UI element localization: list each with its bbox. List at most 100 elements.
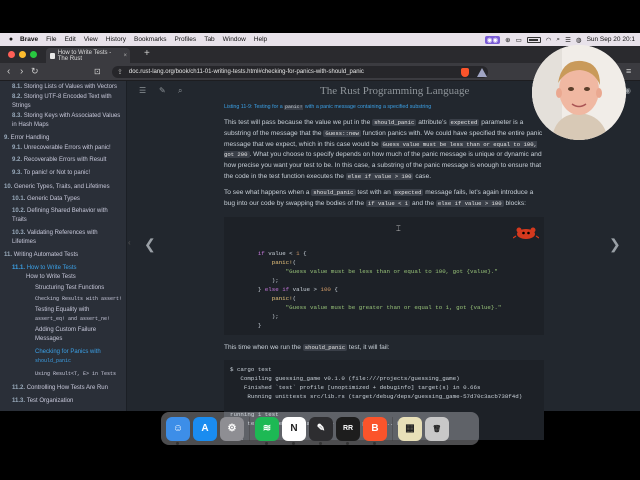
- menu-window[interactable]: Window: [223, 36, 246, 43]
- system-settings-icon[interactable]: ⚙: [220, 416, 244, 441]
- bookmark-icon[interactable]: ⊡: [94, 67, 101, 76]
- spotify-icon[interactable]: ≋: [255, 416, 279, 445]
- sidebar-item-number: 9.1.: [12, 145, 24, 151]
- minimize-window-button[interactable]: [19, 51, 26, 58]
- sidebar-item[interactable]: 10.2. Defining Shared Behavior with: [12, 207, 108, 215]
- previous-chapter-arrow-icon[interactable]: ❮: [144, 236, 156, 253]
- sidebar-item[interactable]: Checking for Panics with: [35, 348, 101, 356]
- sidebar-item[interactable]: Structuring Test Functions: [35, 284, 104, 292]
- browser-menu-button[interactable]: ≡: [626, 66, 631, 76]
- sidebar-item-label: Controlling How Tests Are Run: [26, 385, 108, 391]
- rustrover-icon[interactable]: RR: [336, 416, 360, 445]
- bear-icon[interactable]: ✎: [309, 416, 333, 445]
- battery-icon[interactable]: [526, 36, 541, 43]
- sidebar-item[interactable]: Testing Equality with: [35, 306, 89, 314]
- search-icon[interactable]: ⌕: [178, 86, 182, 96]
- siri-icon[interactable]: ◍: [576, 36, 582, 44]
- sidebar-item[interactable]: 9.2. Recoverable Errors with Result: [12, 156, 106, 164]
- menu-history[interactable]: History: [106, 36, 126, 43]
- sidebar-item[interactable]: Traits: [12, 216, 27, 224]
- app-store-icon[interactable]: A: [193, 416, 217, 441]
- brave-icon[interactable]: B: [363, 416, 387, 445]
- sidebar-item-number: 8.3.: [12, 113, 24, 119]
- menu-view[interactable]: View: [84, 36, 98, 43]
- trash-icon[interactable]: 🗑: [425, 416, 449, 441]
- extension-icon[interactable]: ⊕: [505, 36, 510, 44]
- listing-caption: Listing 11-9: Testing for a panic! with …: [224, 104, 432, 110]
- sidebar-item[interactable]: 9. Error Handling: [4, 134, 49, 142]
- sidebar-item[interactable]: Adding Custom Failure: [35, 326, 96, 334]
- sidebar-item[interactable]: 10.3. Validating References with: [12, 229, 98, 237]
- sidebar-item-number: 10.2.: [12, 208, 28, 214]
- brave-rewards-icon[interactable]: [477, 68, 487, 77]
- share-icon[interactable]: ⇪: [117, 68, 123, 76]
- next-chapter-arrow-icon[interactable]: ❯: [609, 236, 621, 253]
- sidebar-item[interactable]: Checking Results with assert!: [35, 295, 122, 303]
- sidebar-item-label: Validating References with: [27, 230, 98, 236]
- sidebar-item[interactable]: 9.3. To panic! or Not to panic!: [12, 169, 90, 177]
- code-token: (: [292, 259, 297, 267]
- close-window-button[interactable]: [8, 51, 15, 58]
- control-center-icon[interactable]: ☰: [565, 36, 571, 44]
- wifi-icon[interactable]: ◠: [546, 36, 552, 44]
- sidebar-item-label: Checking Results with assert!: [35, 296, 123, 302]
- recording-icon[interactable]: ◉◉: [484, 35, 501, 44]
- inline-code: Guess::new: [323, 129, 361, 137]
- code-block-swapped-bodies[interactable]: if value < 1 { panic!( "Guess value must…: [224, 217, 544, 336]
- finder-icon[interactable]: ☺: [166, 416, 190, 445]
- sidebar-item[interactable]: 11. Writing Automated Tests: [4, 251, 78, 259]
- back-button[interactable]: ‹: [7, 66, 10, 77]
- menubar-clock[interactable]: Sun Sep 20 20:1: [587, 36, 635, 43]
- sidebar-item[interactable]: 8.2. Storing UTF-8 Encoded Text with: [12, 93, 112, 101]
- sidebar-item[interactable]: 8.1. Storing Lists of Values with Vector…: [12, 83, 117, 91]
- menu-icon[interactable]: ☰: [139, 86, 146, 95]
- close-tab-icon[interactable]: ×: [123, 53, 127, 59]
- sidebar-resize-handle[interactable]: ‹: [128, 238, 131, 247]
- code-token: if: [230, 250, 265, 258]
- downloads-icon[interactable]: ▦: [398, 416, 422, 441]
- menu-help[interactable]: Help: [254, 36, 267, 43]
- brave-shields-icon[interactable]: [461, 68, 469, 77]
- sidebar-item[interactable]: should_panic: [35, 357, 71, 365]
- address-bar[interactable]: ⇪ doc.rust-lang.org/book/ch11-01-writing…: [112, 66, 488, 78]
- sidebar-item[interactable]: Messages: [35, 335, 62, 343]
- sidebar-item[interactable]: 8.3. Storing Keys with Associated Values: [12, 112, 120, 120]
- menu-file[interactable]: File: [46, 36, 56, 43]
- apple-menu-icon[interactable]: ●: [6, 36, 16, 43]
- menu-edit[interactable]: Edit: [65, 36, 76, 43]
- browser-tab[interactable]: How to Write Tests - The Rust ×: [46, 48, 130, 63]
- sidebar-item[interactable]: Strings: [12, 102, 31, 110]
- search-icon[interactable]: ⌕: [556, 36, 560, 44]
- chapter-content: Listing 11-9: Testing for a panic! with …: [224, 103, 544, 441]
- sidebar-item[interactable]: 10. Generic Types, Traits, and Lifetimes: [4, 183, 110, 191]
- sidebar-item-label: How to Write Tests: [26, 274, 76, 280]
- sidebar-item[interactable]: in Hash Maps: [12, 121, 49, 129]
- paragraph-introduce-bug: To see what happens when a should_panic …: [224, 188, 544, 210]
- inline-code: should_panic: [302, 344, 348, 352]
- sidebar-item-label: Unrecoverable Errors with panic!: [23, 145, 111, 151]
- zoom-window-button[interactable]: [30, 51, 37, 58]
- code-token: value >: [289, 286, 321, 294]
- menu-app-name[interactable]: Brave: [20, 36, 38, 43]
- webcam-overlay: [532, 45, 626, 140]
- display-icon[interactable]: ▭: [516, 36, 522, 44]
- theme-icon[interactable]: ✎: [159, 86, 166, 95]
- sidebar-item[interactable]: How to Write Tests: [26, 273, 76, 281]
- notion-icon[interactable]: N: [282, 416, 306, 445]
- sidebar-item[interactable]: 9.1. Unrecoverable Errors with panic!: [12, 144, 111, 152]
- sidebar-item[interactable]: 10.1. Generic Data Types: [12, 195, 80, 203]
- new-tab-button[interactable]: +: [144, 48, 150, 59]
- sidebar-item[interactable]: 11.1. How to Write Tests: [12, 264, 76, 272]
- menu-bookmarks[interactable]: Bookmarks: [134, 36, 167, 43]
- sidebar-item[interactable]: Lifetimes: [12, 238, 36, 246]
- sidebar-item-label: should_panic: [35, 358, 72, 364]
- menu-tab[interactable]: Tab: [204, 36, 214, 43]
- forward-button[interactable]: ›: [20, 66, 23, 77]
- sidebar-item[interactable]: assert_eq! and assert_ne!: [35, 315, 110, 323]
- reload-button[interactable]: ↻: [31, 66, 39, 77]
- sidebar-item[interactable]: Using Result<T, E> in Tests: [35, 370, 116, 378]
- sidebar-item[interactable]: 11.3. Test Organization: [12, 397, 73, 405]
- sidebar-item[interactable]: 11.2. Controlling How Tests Are Run: [12, 384, 108, 392]
- paragraph-run-test: This time when we run the should_panic t…: [224, 343, 544, 354]
- menu-profiles[interactable]: Profiles: [175, 36, 197, 43]
